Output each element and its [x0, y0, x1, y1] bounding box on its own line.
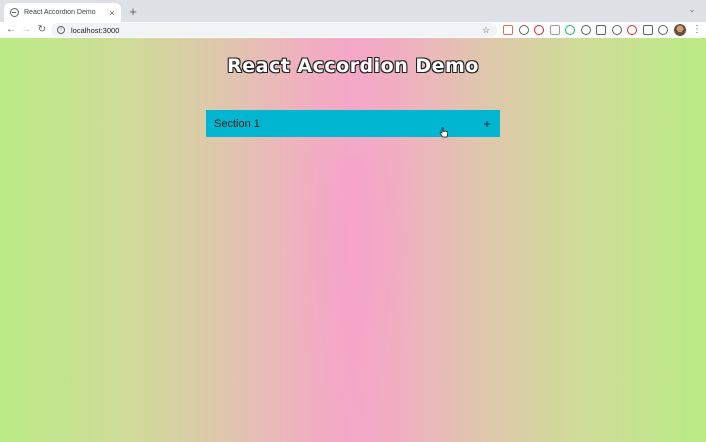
close-tab-icon[interactable]: × [107, 8, 117, 18]
browser-menu-icon[interactable]: ⋮ [692, 22, 702, 38]
browser-toolbar: ← → ↻ i localhost:3000 ☆ ⋮ [0, 22, 706, 38]
extension-1-icon[interactable] [503, 25, 513, 35]
extension-8-icon[interactable] [611, 25, 622, 35]
profile-avatar[interactable] [674, 24, 686, 36]
reload-button[interactable]: ↻ [35, 22, 49, 38]
extensions-puzzle-icon[interactable] [642, 25, 653, 35]
browser-tab[interactable]: React Accordion Demo × [4, 3, 121, 22]
accordion-section-header[interactable]: Section 1 + [206, 110, 500, 137]
reading-list-icon[interactable] [658, 25, 668, 35]
tab-search-icon[interactable]: ⌄ [688, 6, 696, 14]
address-bar[interactable]: i localhost:3000 ☆ [51, 23, 497, 37]
extension-3-icon[interactable] [534, 25, 544, 35]
globe-icon [10, 8, 19, 17]
page-title: React Accordion Demo [227, 55, 479, 77]
extension-4-icon[interactable] [549, 25, 560, 35]
site-info-icon[interactable]: i [57, 26, 65, 34]
hand-pointer-icon [439, 127, 448, 138]
extension-5-icon[interactable] [565, 25, 575, 35]
url-text[interactable]: localhost:3000 [71, 26, 481, 35]
tab-strip: React Accordion Demo × + ⌄ [0, 0, 706, 22]
section-label: Section 1 [214, 117, 260, 130]
new-tab-button[interactable]: + [126, 5, 140, 19]
extension-9-icon[interactable] [627, 25, 637, 35]
background-glow [280, 158, 430, 442]
plus-icon[interactable]: + [482, 118, 492, 130]
page-viewport: React Accordion Demo Section 1 + [0, 38, 706, 442]
extension-6-icon[interactable] [580, 25, 591, 35]
bookmark-star-icon[interactable]: ☆ [481, 25, 491, 36]
back-button[interactable]: ← [4, 22, 18, 38]
accordion: Section 1 + [206, 110, 500, 137]
extension-7-icon[interactable] [596, 25, 606, 35]
tab-title: React Accordion Demo [24, 9, 96, 16]
forward-button[interactable]: → [19, 22, 33, 38]
extension-2-icon[interactable] [518, 25, 529, 35]
